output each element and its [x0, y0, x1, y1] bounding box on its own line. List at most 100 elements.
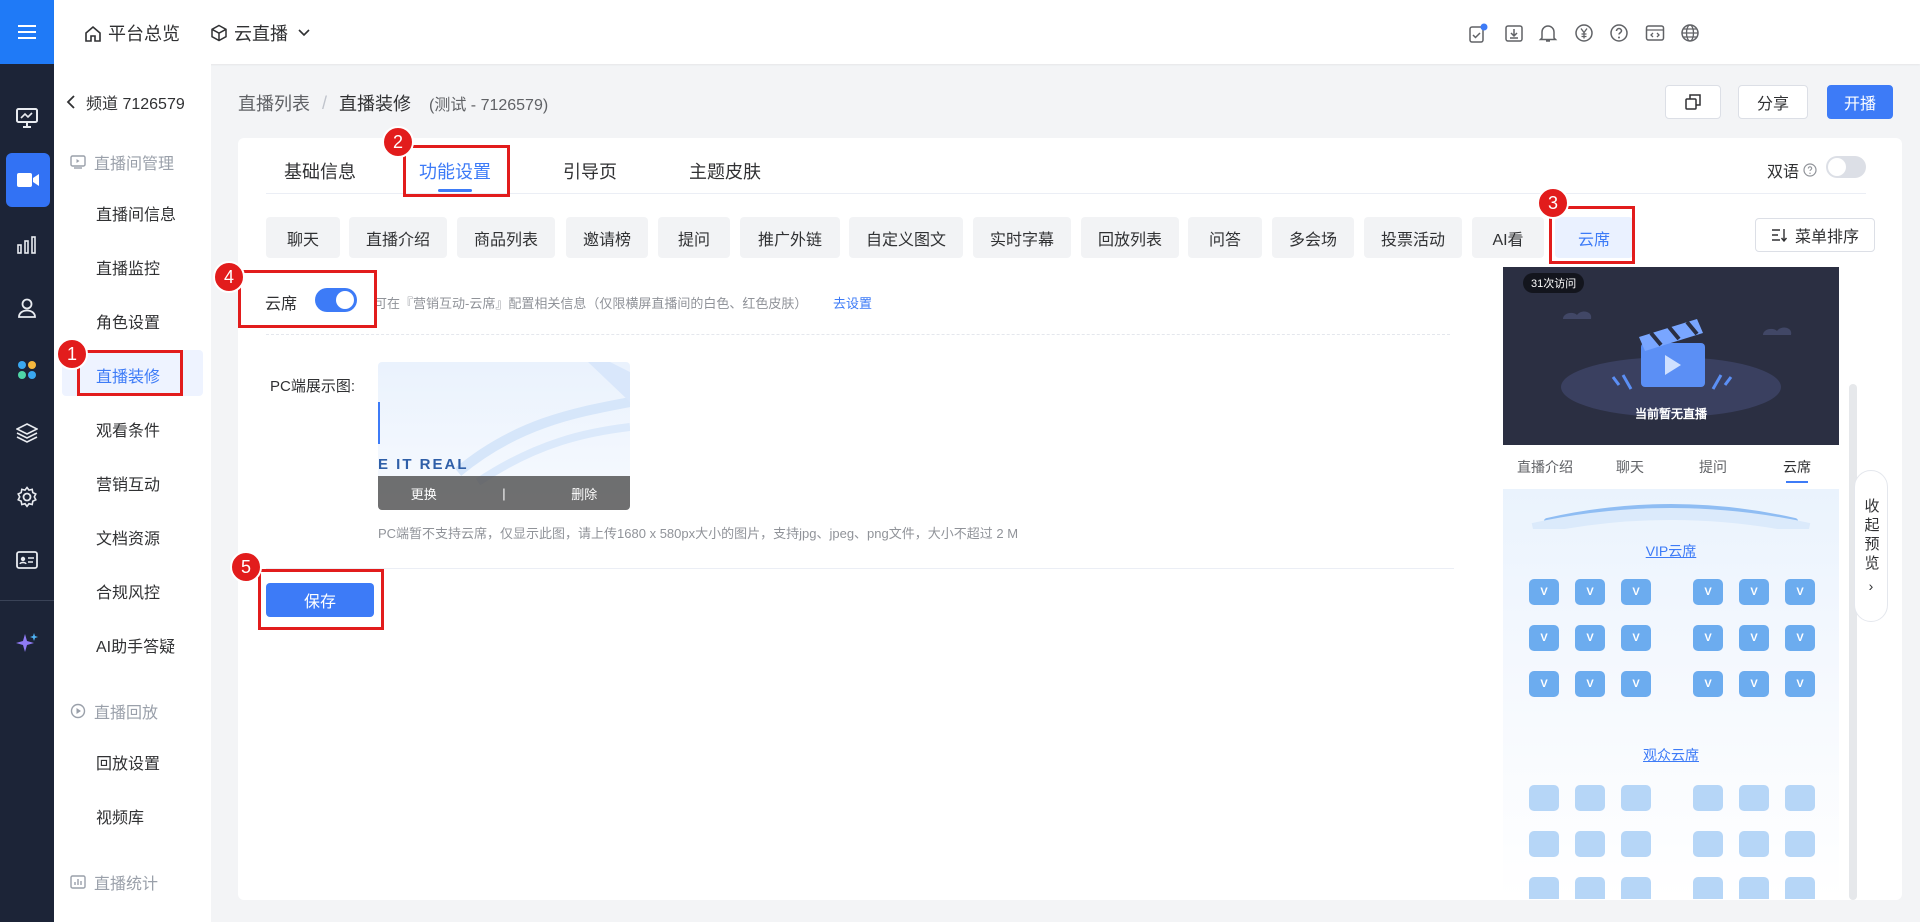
group-replay[interactable]: 直播回放 — [70, 699, 158, 723]
audience-seat — [1739, 831, 1769, 857]
platform-overview-link[interactable]: 平台总览 — [84, 20, 180, 46]
tab-guide-page[interactable]: 引导页 — [563, 158, 617, 184]
chip-product-list[interactable]: 商品列表 — [457, 217, 555, 258]
rail-stats-button[interactable] — [0, 220, 54, 270]
start-live-button[interactable]: 开播 — [1827, 85, 1893, 119]
preview-tab-questions[interactable]: 提问 — [1699, 457, 1727, 477]
sidebar-item-video-library[interactable]: 视频库 — [96, 804, 144, 828]
copy-icon — [1685, 94, 1701, 110]
task-button[interactable] — [1467, 22, 1489, 44]
group-label: 直播间管理 — [94, 156, 175, 173]
billing-button[interactable] — [1573, 22, 1595, 44]
platform-overview-label: 平台总览 — [108, 24, 180, 44]
go-settings-link[interactable]: 去设置 — [833, 293, 872, 312]
sidebar-item-marketing[interactable]: 营销互动 — [96, 471, 160, 495]
language-button[interactable] — [1679, 22, 1701, 44]
rail-monitor-button[interactable] — [0, 93, 54, 143]
sidebar-item-watch-conditions[interactable]: 观看条件 — [96, 417, 160, 441]
chip-vote-activity[interactable]: 投票活动 — [1364, 217, 1462, 258]
tab-basic-info[interactable]: 基础信息 — [284, 158, 356, 184]
group-live-room-management[interactable]: 直播间管理 — [70, 150, 174, 174]
bar-chart-icon — [17, 236, 36, 254]
help-button[interactable] — [1608, 22, 1630, 44]
replace-image-button[interactable]: 更换 — [411, 484, 437, 503]
rail-apps-button[interactable] — [0, 345, 54, 395]
sidebar-item-roles[interactable]: 角色设置 — [96, 309, 160, 333]
notification-button[interactable] — [1537, 22, 1559, 44]
chip-invite-rank[interactable]: 邀请榜 — [566, 217, 648, 258]
developer-button[interactable] — [1644, 22, 1666, 44]
sidebar-item-ai-assistant[interactable]: AI助手答疑 — [96, 633, 175, 657]
collapse-preview-button[interactable]: 收起预览 › — [1854, 470, 1888, 622]
product-switcher[interactable]: 云直播 — [210, 20, 310, 46]
preview-scrollbar[interactable] — [1849, 384, 1857, 900]
rail-ai-button[interactable] — [0, 618, 54, 668]
chip-live-intro[interactable]: 直播介绍 — [349, 217, 447, 258]
audience-seat — [1529, 877, 1559, 899]
chip-qa[interactable]: 问答 — [1188, 217, 1262, 258]
vip-seat: V — [1621, 625, 1651, 651]
chevron-left-icon — [66, 95, 75, 109]
hamburger-icon — [18, 25, 36, 39]
preview-tab-chat[interactable]: 聊天 — [1616, 457, 1644, 477]
mobile-preview: 31次访问 当前暂无直播 直播介绍 聊天 提问 云席 VIP云席 观众云席 VV… — [1503, 267, 1839, 899]
tab-theme-skin[interactable]: 主题皮肤 — [689, 158, 761, 184]
stage-arc — [1531, 504, 1811, 529]
rail-layers-button[interactable] — [0, 408, 54, 458]
menu-sort-button[interactable]: 菜单排序 — [1755, 218, 1875, 252]
audience-seat — [1785, 877, 1815, 899]
sort-icon — [1771, 229, 1787, 242]
menu-toggle-button[interactable] — [0, 0, 54, 64]
annotation-box-5 — [258, 569, 384, 630]
sidebar-item-replay-settings[interactable]: 回放设置 — [96, 750, 160, 774]
yen-icon — [1575, 24, 1593, 42]
vip-seat: V — [1575, 625, 1605, 651]
group-statistics[interactable]: 直播统计 — [70, 870, 158, 894]
chip-promo-links[interactable]: 推广外链 — [740, 217, 840, 258]
help-circle-icon[interactable] — [1803, 163, 1817, 177]
vip-seat: V — [1785, 625, 1815, 651]
chip-questions[interactable]: 提问 — [658, 217, 730, 258]
chip-live-caption[interactable]: 实时字幕 — [973, 217, 1071, 258]
vip-seat: V — [1529, 671, 1559, 697]
download-button[interactable] — [1503, 22, 1525, 44]
chip-multi-venue[interactable]: 多会场 — [1272, 217, 1354, 258]
audience-seat — [1575, 785, 1605, 811]
breadcrumb-live-list[interactable]: 直播列表 — [238, 90, 310, 116]
chip-replay-list[interactable]: 回放列表 — [1081, 217, 1179, 258]
rail-user-button[interactable] — [0, 283, 54, 333]
sidebar-item-room-info[interactable]: 直播间信息 — [96, 201, 176, 225]
preview-tab-cloud-seat[interactable]: 云席 — [1783, 457, 1811, 477]
chip-ai-watch[interactable]: AI看 — [1472, 217, 1544, 258]
audience-seat — [1693, 877, 1723, 899]
preview-tab-indicator — [1786, 481, 1808, 483]
pc-display-label: PC端展示图: — [270, 378, 356, 395]
rail-idcard-button[interactable] — [0, 535, 54, 585]
copy-button[interactable] — [1665, 85, 1721, 119]
vip-seat: V — [1739, 625, 1769, 651]
audience-seat — [1621, 831, 1651, 857]
audience-seat — [1621, 785, 1651, 811]
breadcrumb-current: 直播装修 — [339, 94, 412, 114]
back-to-channel-button[interactable]: 频道 7126579 — [66, 90, 185, 114]
collapse-preview-label: 收起预览 — [1862, 498, 1880, 574]
preview-tab-intro[interactable]: 直播介绍 — [1517, 457, 1573, 477]
cloud-seat-description: 可在『营销互动-云席』配置相关信息（仅限横屏直播间的白色、红色皮肤） — [374, 296, 808, 311]
sidebar-item-monitor[interactable]: 直播监控 — [96, 255, 160, 279]
annotation-badge-5: 5 — [230, 551, 262, 583]
rail-live-button[interactable] — [6, 153, 50, 207]
chip-custom-graphic[interactable]: 自定义图文 — [849, 217, 963, 258]
rail-settings-button[interactable] — [0, 472, 54, 522]
sidebar-item-documents[interactable]: 文档资源 — [96, 525, 160, 549]
delete-image-button[interactable]: 删除 — [571, 484, 597, 503]
share-button[interactable]: 分享 — [1738, 85, 1808, 119]
stats-icon — [70, 875, 86, 889]
vip-seat: V — [1693, 579, 1723, 605]
sidebar-item-compliance[interactable]: 合规风控 — [96, 579, 160, 603]
apps-icon — [18, 361, 36, 379]
chip-chat[interactable]: 聊天 — [266, 217, 340, 258]
vip-seat: V — [1529, 625, 1559, 651]
user-icon — [18, 298, 36, 318]
bilingual-toggle[interactable] — [1826, 156, 1866, 178]
image-banner-text: E IT REAL — [378, 456, 469, 473]
